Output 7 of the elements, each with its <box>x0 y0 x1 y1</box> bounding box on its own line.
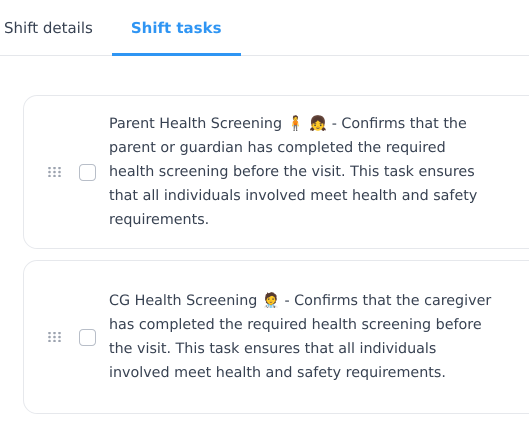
checkbox[interactable] <box>79 164 96 180</box>
tab[interactable]: Shift details <box>0 0 112 56</box>
drag-handle-icon[interactable] <box>48 332 62 342</box>
task-description: CG Health Screening 🧑‍⚕ - Confirms that the caregiver has completed the required health screening before the visit. This task ensures that all individuals involved meet health and safety requirements. <box>109 291 492 383</box>
checkbox[interactable] <box>79 328 96 346</box>
task-description: Parent Health Screening 🧍 👧 - Confirms that the parent or guardian has completed the required health screening before the visit. This task ensures that all individuals involved meet health and safety requirements. <box>109 114 478 230</box>
drag-handle-icon[interactable] <box>48 167 62 177</box>
